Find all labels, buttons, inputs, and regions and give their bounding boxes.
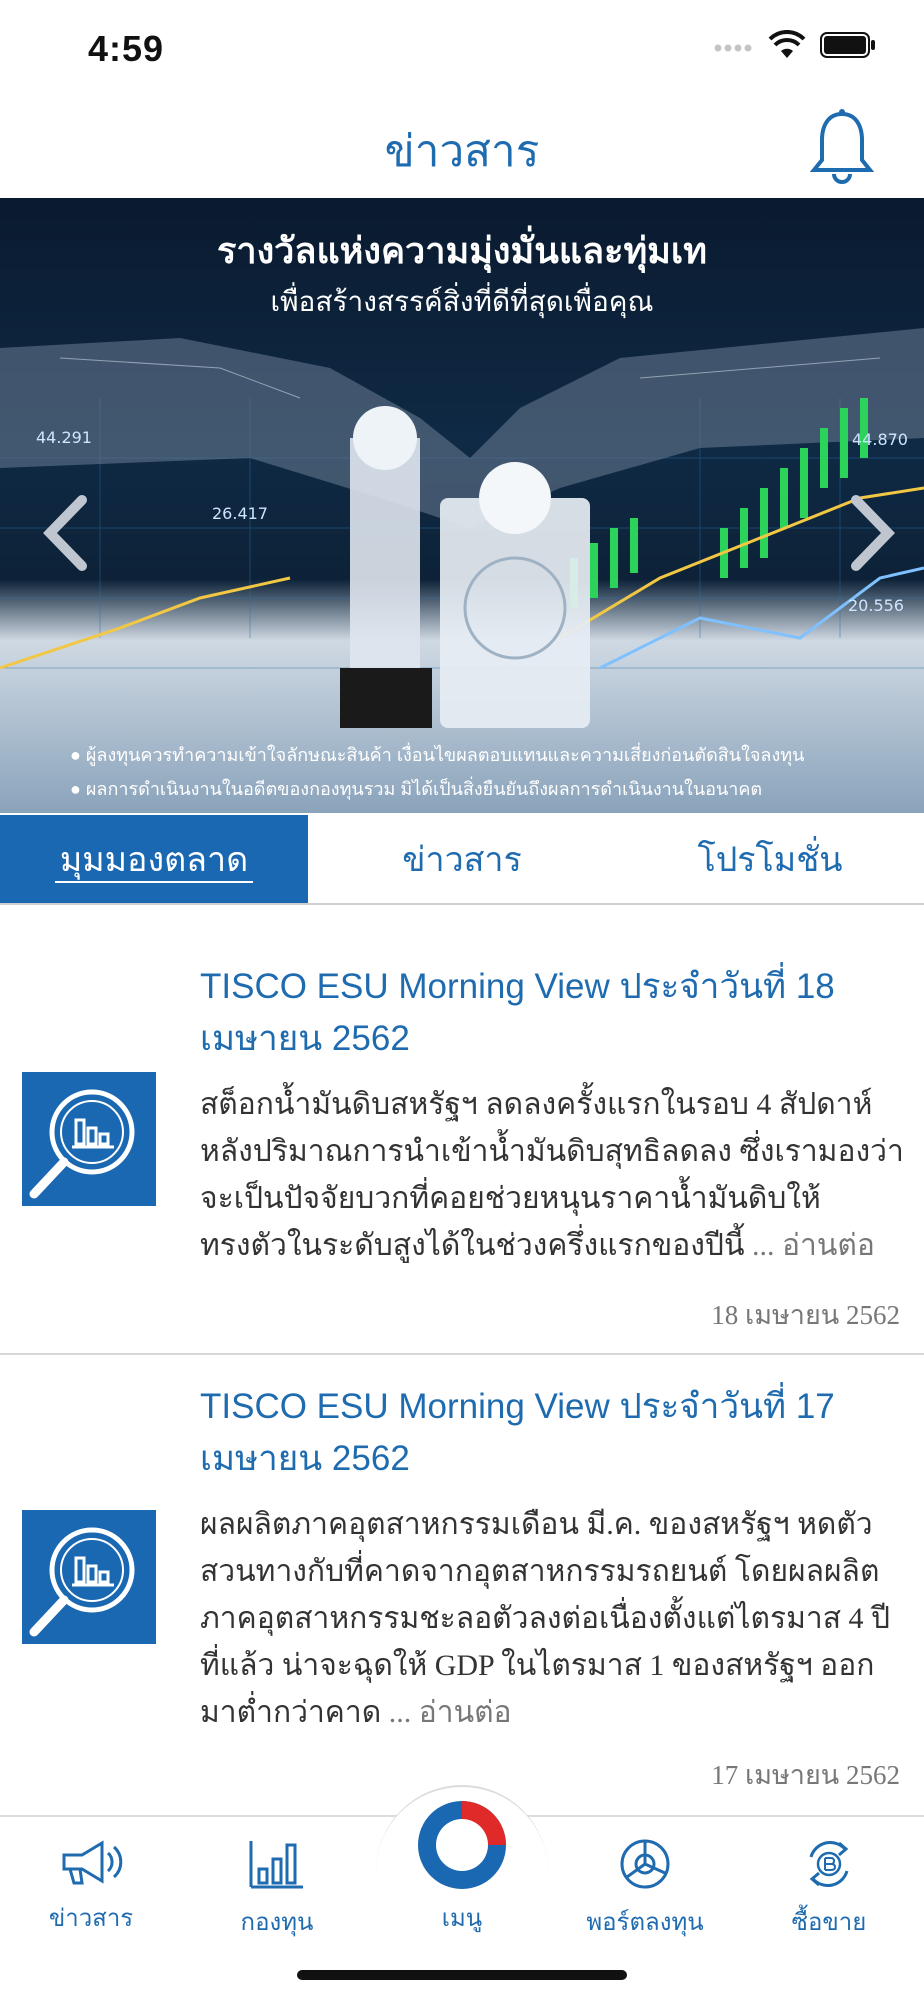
- status-icons: [714, 29, 876, 65]
- banner-number: 44.291: [36, 428, 92, 447]
- status-time: 4:59: [88, 28, 165, 69]
- banner-number: 20.556: [848, 596, 904, 615]
- signal-icon: [714, 39, 754, 57]
- nav-label: ข่าวสาร: [48, 1905, 134, 1932]
- tab-active-underline: [55, 881, 253, 883]
- megaphone-icon: [56, 1840, 126, 1891]
- pie-chart-icon: [617, 1839, 673, 1895]
- nav-item-menu[interactable]: เมนู: [412, 1797, 512, 1937]
- nav-item-trade[interactable]: ซื้อขาย: [754, 1837, 904, 1941]
- bell-icon[interactable]: [809, 108, 875, 193]
- banner-number: 26.417: [212, 504, 268, 523]
- menu-logo-icon: [414, 1801, 510, 1897]
- exchange-icon: [801, 1841, 857, 1895]
- read-more-link[interactable]: ... อ่านต่อ: [389, 1696, 512, 1729]
- market-analysis-icon: [22, 1072, 156, 1206]
- tab-label: ข่าวสาร: [402, 841, 522, 879]
- tab-promotions[interactable]: โปรโมชั่น: [616, 815, 924, 903]
- news-title[interactable]: TISCO ESU Morning View ประจำวันที่ 17 เม…: [200, 1381, 904, 1485]
- banner-next-arrow-icon[interactable]: [842, 488, 902, 578]
- news-item[interactable]: TISCO ESU Morning View ประจำวันที่ 18 เม…: [0, 905, 924, 1355]
- read-more-link[interactable]: ... อ่านต่อ: [752, 1229, 875, 1262]
- news-date: 18 เมษายน 2562: [711, 1300, 900, 1330]
- news-date: 17 เมษายน 2562: [711, 1760, 900, 1790]
- tab-market-view[interactable]: มุมมองตลาด: [0, 815, 308, 903]
- nav-item-portfolio[interactable]: พอร์ตลงทุน: [570, 1837, 720, 1941]
- nav-item-news[interactable]: ข่าวสาร: [16, 1837, 166, 1937]
- nav-item-funds[interactable]: กองทุน: [202, 1837, 352, 1941]
- news-item[interactable]: TISCO ESU Morning View ประจำวันที่ 17 เม…: [0, 1355, 924, 1815]
- nav-label: เมนู: [441, 1905, 483, 1932]
- status-bar: 4:59: [0, 0, 924, 100]
- news-title[interactable]: TISCO ESU Morning View ประจำวันที่ 18 เม…: [200, 961, 904, 1065]
- banner-subtitle: เพื่อสร้างสรรค์สิ่งที่ดีที่สุดเพื่อคุณ: [270, 286, 654, 317]
- header: ข่าวสาร: [0, 100, 924, 198]
- wifi-icon: [768, 29, 806, 65]
- page-title: ข่าวสาร: [384, 127, 540, 176]
- tab-news[interactable]: ข่าวสาร: [308, 815, 616, 903]
- news-body: ผลผลิตภาคอุตสาหกรรมเดือน มี.ค. ของสหรัฐฯ…: [200, 1501, 904, 1736]
- banner-disclaimer: ● ผู้ลงทุนควรทำความเข้าใจลักษณะสินค้า เง…: [70, 738, 804, 806]
- banner-title: รางวัลแห่งความมุ่งมั่นและทุ่มเท: [217, 230, 707, 271]
- disclaimer-line: ● ผู้ลงทุนควรทำความเข้าใจลักษณะสินค้า เง…: [70, 745, 805, 765]
- disclaimer-line: ● ผลการดำเนินงานในอดีตของกองทุนรวม มิได้…: [70, 779, 763, 799]
- battery-icon: [820, 32, 876, 63]
- news-body: สต็อกน้ำมันดิบสหรัฐฯ ลดลงครั้งแรกในรอบ 4…: [200, 1081, 904, 1269]
- tab-bar: มุมมองตลาด ข่าวสาร โปรโมชั่น: [0, 815, 924, 905]
- banner-prev-arrow-icon[interactable]: [36, 488, 96, 578]
- promo-banner[interactable]: รางวัลแห่งความมุ่งมั่นและทุ่มเท เพื่อสร้…: [0, 198, 924, 813]
- tab-label: โปรโมชั่น: [697, 841, 843, 879]
- banner-number: 44.870: [852, 430, 908, 449]
- nav-label: กองทุน: [240, 1909, 314, 1936]
- market-analysis-icon: [22, 1510, 156, 1644]
- nav-label: ซื้อขาย: [791, 1909, 867, 1936]
- tab-label: มุมมองตลาด: [59, 841, 249, 879]
- news-body-text: ผลผลิตภาคอุตสาหกรรมเดือน มี.ค. ของสหรัฐฯ…: [200, 1508, 891, 1729]
- home-indicator[interactable]: [297, 1970, 627, 1980]
- bar-chart-icon: [247, 1841, 307, 1895]
- nav-label: พอร์ตลงทุน: [586, 1909, 704, 1936]
